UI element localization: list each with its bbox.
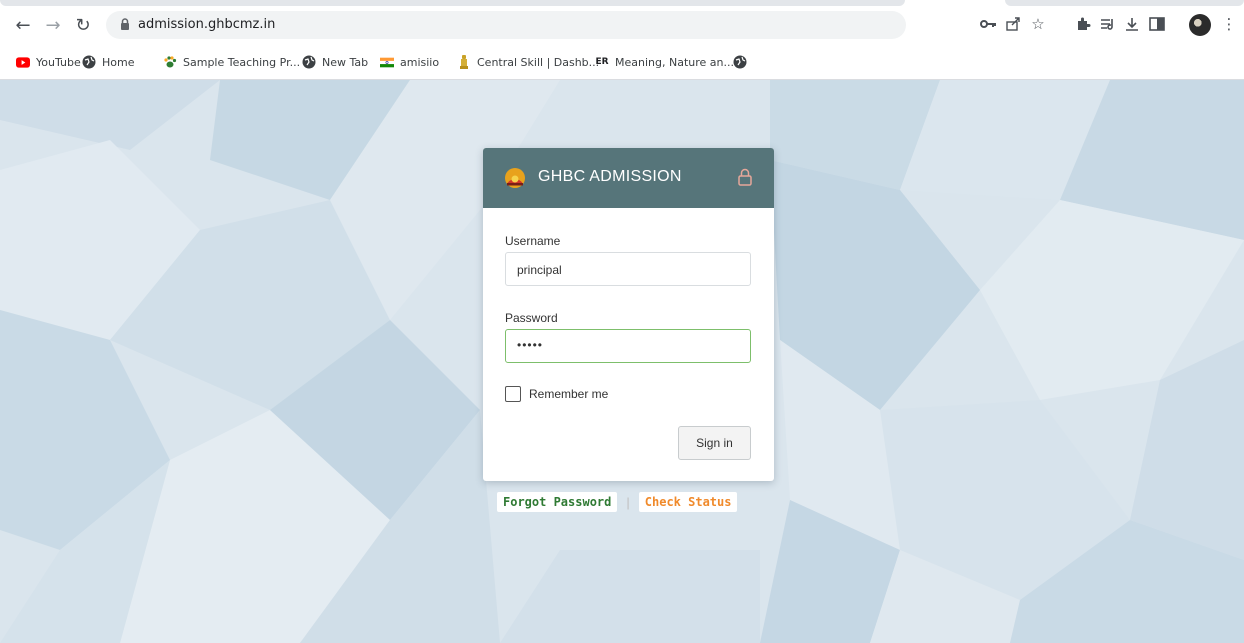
check-status-link[interactable]: Check Status (638, 492, 738, 512)
bookmark-untitled[interactable] (733, 53, 747, 71)
login-card: GHBC ADMISSION Username principal Passwo… (483, 148, 774, 481)
bookmark-new-tab[interactable]: New Tab (302, 53, 368, 71)
globe-icon (82, 55, 96, 69)
bookmark-label: amisiio (400, 55, 440, 69)
password-label: Password (505, 311, 558, 325)
bookmark-amisiio[interactable]: amisiio (380, 53, 439, 71)
er-icon: ER (595, 55, 609, 69)
link-separator: | (626, 494, 630, 510)
er-badge-text: ER (595, 57, 609, 67)
tab-shadow (0, 0, 905, 6)
menu-kebab-icon[interactable]: ⋮ (1218, 13, 1240, 35)
bookmark-label: New Tab (322, 55, 369, 69)
emblem-icon (457, 55, 471, 69)
forward-icon[interactable]: → (40, 12, 66, 38)
address-bar[interactable]: admission.ghbcmz.in (106, 11, 906, 39)
password-mask: ••••• (517, 338, 544, 352)
browser-toolbar: ← → ↻ admission.ghbcmz.in ☆ ⋮ (0, 8, 1244, 44)
page-background: GHBC ADMISSION Username principal Passwo… (0, 80, 1244, 643)
bookmark-label: Central Skill | Dashb... (477, 55, 600, 69)
back-icon[interactable]: ← (10, 12, 36, 38)
bookmark-label: Sample Teaching Pr... (183, 55, 301, 69)
tab-shadow (1005, 0, 1244, 6)
username-label: Username (505, 234, 561, 248)
globe-icon (302, 55, 316, 69)
bookmark-home[interactable]: Home (82, 53, 134, 71)
sign-in-button[interactable]: Sign in (678, 426, 751, 460)
username-value: principal (517, 263, 562, 277)
profile-avatar[interactable] (1189, 14, 1211, 36)
key-icon[interactable] (978, 13, 1000, 35)
lock-icon (738, 168, 752, 186)
username-field[interactable]: principal (505, 252, 751, 286)
bookmark-label: Meaning, Nature an... (615, 55, 734, 69)
bookmark-star-icon[interactable]: ☆ (1027, 13, 1049, 35)
bookmark-central-skill[interactable]: Central Skill | Dashb... (457, 53, 599, 71)
bookmark-meaning-nature[interactable]: ER Meaning, Nature an... (595, 53, 734, 71)
login-header: GHBC ADMISSION (483, 148, 774, 208)
side-panel-icon[interactable] (1146, 13, 1168, 35)
lock-icon[interactable] (118, 17, 132, 31)
youtube-icon (16, 55, 30, 69)
url-text[interactable]: admission.ghbcmz.in (138, 17, 275, 32)
bookmark-youtube[interactable]: YouTube (16, 53, 81, 71)
login-title: GHBC ADMISSION (538, 168, 682, 185)
globe-icon (733, 55, 747, 69)
download-icon[interactable] (1121, 13, 1143, 35)
password-field[interactable]: ••••• (505, 329, 751, 363)
remember-me-label[interactable]: Remember me (529, 387, 608, 401)
bookmarks-bar: YouTube Home Sample Teaching Pr... New T… (0, 44, 1244, 80)
share-icon[interactable] (1002, 13, 1024, 35)
remember-me-checkbox[interactable] (505, 386, 521, 402)
reload-icon[interactable]: ↻ (70, 12, 96, 38)
college-logo-icon (505, 168, 525, 188)
forgot-password-link[interactable]: Forgot Password (497, 492, 618, 512)
india-flag-icon (380, 55, 394, 69)
paw-icon (163, 55, 177, 69)
tab-strip (0, 0, 1244, 8)
login-links: Forgot Password | Check Status (497, 491, 738, 513)
bookmark-sample-teaching[interactable]: Sample Teaching Pr... (163, 53, 300, 71)
bookmark-label: YouTube (36, 55, 81, 69)
bookmark-label: Home (102, 55, 135, 69)
extensions-icon[interactable] (1072, 13, 1094, 35)
reading-list-icon[interactable] (1097, 13, 1119, 35)
